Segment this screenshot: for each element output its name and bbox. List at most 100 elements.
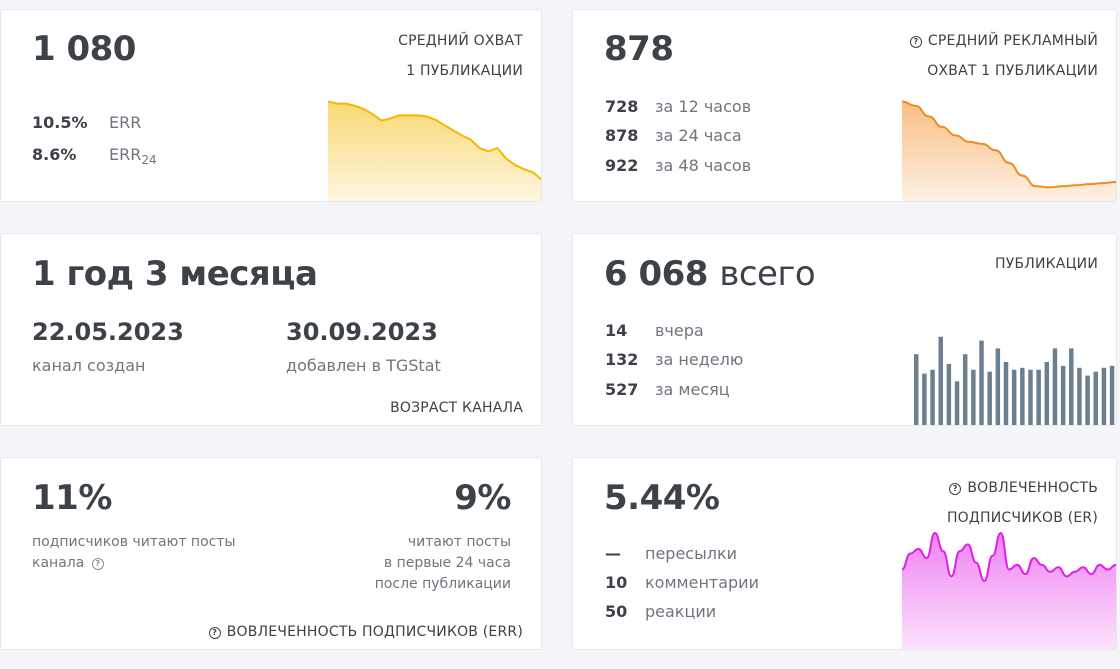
er-comments-label: комментарии xyxy=(645,573,759,592)
publications-row-yesterday: 14 вчера xyxy=(605,316,845,346)
publications-bar xyxy=(962,354,968,425)
publications-bar xyxy=(938,336,943,425)
err-left-text-line2-text: канала xyxy=(32,555,85,571)
created-label: канал создан xyxy=(32,356,146,375)
publications-caption: ПУБЛИКАЦИИ xyxy=(995,256,1098,272)
question-circle-icon[interactable]: ? xyxy=(909,36,922,48)
err-caption-text: ВОВЛЕЧЕННОСТЬ ПОДПИСЧИКОВ (ERR) xyxy=(226,624,523,640)
publications-yesterday-value: 14 xyxy=(605,321,628,340)
er-row-comments: 10 комментарии xyxy=(605,568,845,598)
avg-reach-sparkline xyxy=(328,100,541,201)
publications-bar xyxy=(1060,365,1066,425)
avg-reach-caption-line1: СРЕДНИЙ ОХВАТ xyxy=(398,33,523,49)
avg-reach-sparkline-area xyxy=(328,101,541,201)
added-label: добавлен в TGStat xyxy=(286,356,441,375)
err24-value: 8.6% xyxy=(32,145,77,164)
avg-ad-reach-value: 878 xyxy=(604,29,674,69)
er-caption-line2: ПОДПИСЧИКОВ (ER) xyxy=(946,510,1098,526)
publications-bar xyxy=(1109,365,1115,425)
err-card[interactable]: 11% подписчиков читают посты канала ? 9%… xyxy=(0,457,542,650)
avg-ad-reach-sparkline-area xyxy=(902,101,1116,201)
publications-bar xyxy=(1077,367,1082,425)
question-circle-icon[interactable]: ? xyxy=(91,558,104,570)
publications-week-label: за неделю xyxy=(655,350,744,369)
publications-bar xyxy=(954,381,960,425)
publications-bar xyxy=(1036,369,1041,425)
publications-row-week: 132 за неделю xyxy=(605,345,845,375)
publications-week-value: 132 xyxy=(605,350,639,369)
publications-card[interactable]: 6 068 всего ПУБЛИКАЦИИ 14 вчера 132 за н… xyxy=(572,233,1117,426)
publications-yesterday-label: вчера xyxy=(655,321,704,340)
err-row: 10.5% ERR xyxy=(32,108,232,138)
ad-reach-row-48h: 922 за 48 часов xyxy=(605,151,845,181)
er-sparkline-area xyxy=(902,533,1116,649)
channel-age-caption: ВОЗРАСТ КАНАЛА xyxy=(390,400,523,416)
publications-bar xyxy=(971,369,976,425)
publications-bar-chart xyxy=(914,336,1115,425)
channel-age-value: 1 год 3 месяца xyxy=(32,254,318,294)
publications-bar xyxy=(1085,375,1090,425)
question-circle-icon[interactable]: ? xyxy=(208,627,221,639)
err-left-text-line2: канала ? xyxy=(32,553,236,574)
err-left-text-line1: подписчиков читают посты xyxy=(32,534,236,550)
added-date: 30.09.2023 xyxy=(286,318,438,346)
er-reactions-value: 50 xyxy=(605,602,628,621)
publications-bar xyxy=(1003,361,1009,425)
publications-bar xyxy=(1052,348,1058,425)
er-row-forwards: — пересылки xyxy=(605,539,845,569)
avg-ad-reach-card[interactable]: 878 ? СРЕДНИЙ РЕКЛАМНЫЙ ОХВАТ 1 ПУБЛИКАЦИ… xyxy=(572,9,1117,202)
publications-bar xyxy=(1028,369,1033,425)
er-sparkline xyxy=(902,531,1116,649)
avg-reach-caption: СРЕДНИЙ ОХВАТ 1 ПУБЛИКАЦИИ xyxy=(398,26,523,86)
ad-reach-12h-value: 728 xyxy=(605,97,639,116)
publications-value: 6 068 всего xyxy=(604,254,816,294)
publications-bar xyxy=(979,340,984,425)
channel-age-card[interactable]: 1 год 3 месяца 22.05.2023 канал создан 3… xyxy=(0,233,542,426)
er-value: 5.44% xyxy=(604,478,720,518)
err-value: 10.5% xyxy=(32,113,88,132)
ad-reach-48h-value: 922 xyxy=(605,156,639,175)
publications-row-month: 527 за месяц xyxy=(605,375,845,405)
publications-bar xyxy=(995,348,1001,425)
publications-bar xyxy=(1069,348,1074,425)
er-caption-line1-text: ВОВЛЕЧЕННОСТЬ xyxy=(967,480,1098,496)
err-right-text: читают посты в первые 24 часа после публ… xyxy=(375,532,511,595)
publications-total: 6 068 xyxy=(604,254,708,294)
avg-ad-reach-caption-line2: ОХВАТ 1 ПУБЛИКАЦИИ xyxy=(927,63,1098,79)
err-right-value: 9% xyxy=(454,478,511,518)
publications-bar xyxy=(1101,367,1107,425)
er-reactions-label: реакции xyxy=(645,602,717,621)
err24-row: 8.6% ERR24 xyxy=(32,140,232,170)
avg-reach-card[interactable]: 1 080 СРЕДНИЙ ОХВАТ 1 ПУБЛИКАЦИИ 10.5% E… xyxy=(0,9,542,202)
err24-label-sub: 24 xyxy=(141,153,157,168)
publications-month-value: 527 xyxy=(605,380,639,399)
publications-bar xyxy=(1093,371,1099,425)
ad-reach-row-24h: 878 за 24 часа xyxy=(605,121,845,151)
avg-ad-reach-caption-line1-text: СРЕДНИЙ РЕКЛАМНЫЙ xyxy=(927,33,1098,49)
er-forwards-value: — xyxy=(605,544,621,563)
publications-bar xyxy=(914,354,919,425)
ad-reach-row-12h: 728 за 12 часов xyxy=(605,92,845,122)
question-circle-icon[interactable]: ? xyxy=(949,483,962,495)
publications-bar xyxy=(1044,361,1050,425)
er-comments-value: 10 xyxy=(605,573,628,592)
avg-reach-caption-line2: 1 ПУБЛИКАЦИИ xyxy=(406,63,523,79)
ad-reach-24h-label: за 24 часа xyxy=(655,126,742,145)
er-forwards-label: пересылки xyxy=(645,544,738,563)
publications-bar xyxy=(1020,367,1025,425)
publications-month-label: за месяц xyxy=(655,380,730,399)
err-left-value: 11% xyxy=(32,478,112,518)
err-right-text-line2: в первые 24 часа xyxy=(383,555,511,571)
publications-suffix: всего xyxy=(719,254,816,294)
avg-ad-reach-sparkline xyxy=(902,100,1116,201)
er-caption-line1: ? ВОВЛЕЧЕННОСТЬ xyxy=(947,473,1098,503)
ad-reach-12h-label: за 12 часов xyxy=(655,97,752,116)
publications-bar xyxy=(987,371,992,425)
er-row-reactions: 50 реакции xyxy=(605,597,845,627)
publications-bar xyxy=(922,373,927,425)
er-card[interactable]: 5.44% ? ВОВЛЕЧЕННОСТЬ ПОДПИСЧИКОВ (ER) — … xyxy=(572,457,1117,650)
err-left-text: подписчиков читают посты канала ? xyxy=(32,532,236,574)
err24-label: ERR24 xyxy=(109,140,157,175)
err-right-text-line1: читают посты xyxy=(407,534,511,550)
err-label: ERR xyxy=(109,113,142,132)
